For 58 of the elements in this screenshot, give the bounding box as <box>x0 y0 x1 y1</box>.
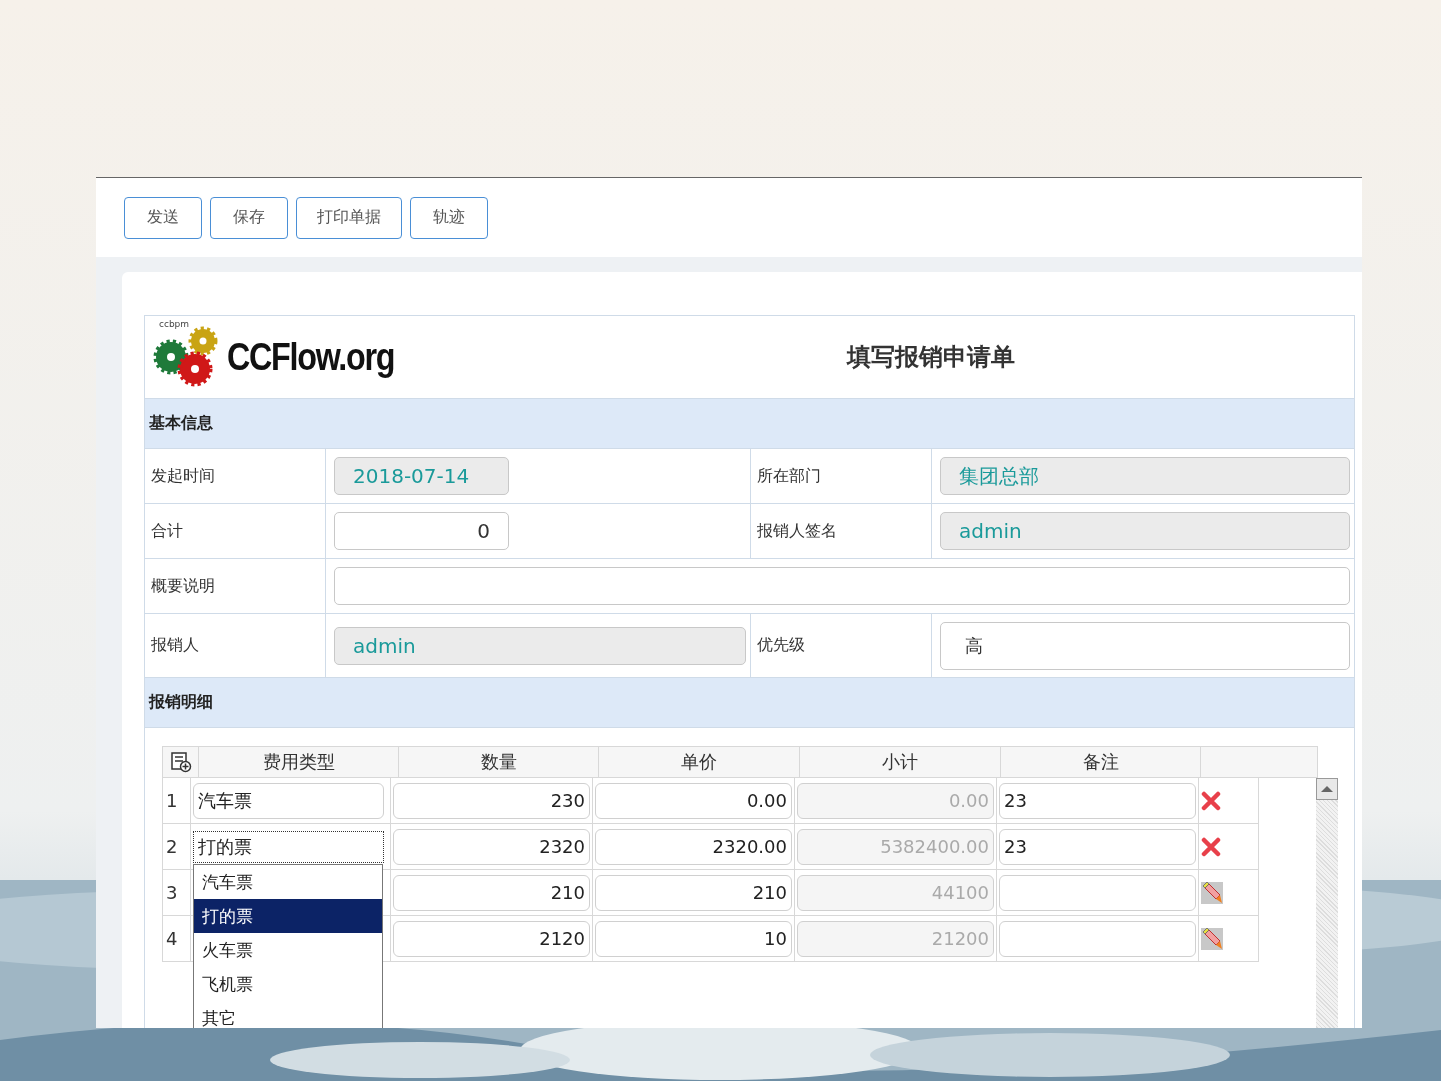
row-number: 2 <box>166 836 178 857</box>
note-field[interactable]: 23 <box>999 828 1196 865</box>
column-header: 单价 <box>599 747 800 777</box>
delete-icon[interactable] <box>1201 790 1221 811</box>
field-label: 优先级 <box>757 635 805 656</box>
row-number: 4 <box>166 928 178 949</box>
input-field[interactable] <box>334 567 1350 605</box>
section-header: 基本信息 <box>145 399 1354 449</box>
note-field[interactable] <box>999 920 1196 957</box>
column-header: 小计 <box>800 747 1001 777</box>
column-header: 数量 <box>399 747 599 777</box>
delete-icon[interactable] <box>1201 836 1221 857</box>
column-header: 备注 <box>1001 747 1201 777</box>
dropdown-option[interactable]: 打的票 <box>194 899 382 933</box>
input-field[interactable]: 高 <box>940 621 1350 670</box>
note-field[interactable] <box>999 874 1196 911</box>
pencil-icon[interactable] <box>1201 881 1223 904</box>
field-label: 概要说明 <box>151 575 215 597</box>
toolbar-button[interactable]: 保存 <box>210 196 288 239</box>
form-title: 填写报销申请单 <box>847 342 1015 373</box>
toolbar-button[interactable]: 打印单据 <box>296 196 402 239</box>
dropdown-option[interactable]: 其它 <box>194 1001 382 1028</box>
add-row-icon[interactable] <box>169 751 192 773</box>
dropdown-option[interactable]: 汽车票 <box>194 865 382 899</box>
row-number: 3 <box>166 882 178 903</box>
subtotal-field: 5382400.00 <box>797 828 994 865</box>
row-number: 1 <box>166 790 178 811</box>
dropdown-option[interactable]: 飞机票 <box>194 967 382 1001</box>
field-label: 所在部门 <box>757 465 821 487</box>
type-select[interactable]: 打的票 <box>193 830 384 863</box>
type-select[interactable]: 汽车票 <box>193 782 384 819</box>
toolbar-button[interactable]: 发送 <box>124 196 202 239</box>
quantity-field[interactable]: 2120 <box>393 920 590 957</box>
quantity-field[interactable]: 2320 <box>393 828 590 865</box>
column-header: 费用类型 <box>199 747 399 777</box>
price-field[interactable]: 2320.00 <box>595 828 792 865</box>
dropdown-option[interactable]: 火车票 <box>194 933 382 967</box>
field-label: 发起时间 <box>151 465 215 487</box>
field-label: 合计 <box>151 520 183 542</box>
field-label: 报销人 <box>151 635 199 656</box>
quantity-field[interactable]: 230 <box>393 782 590 819</box>
input-field[interactable]: 0 <box>334 512 509 550</box>
toolbar-button[interactable]: 轨迹 <box>410 196 488 239</box>
price-field[interactable]: 10 <box>595 920 792 957</box>
section-header: 报销明细 <box>145 678 1354 728</box>
price-field[interactable]: 0.00 <box>595 782 792 819</box>
scroll-up-button[interactable] <box>1316 778 1338 800</box>
pencil-icon[interactable] <box>1201 927 1223 950</box>
subtotal-field: 21200 <box>797 920 994 957</box>
price-field[interactable]: 210 <box>595 874 792 911</box>
note-field[interactable]: 23 <box>999 782 1196 819</box>
quantity-field[interactable]: 210 <box>393 874 590 911</box>
subtotal-field: 0.00 <box>797 782 994 819</box>
subtotal-field: 44100 <box>797 874 994 911</box>
logo-wordmark: CCFlow.org <box>227 335 395 379</box>
field-label: 报销人签名 <box>757 520 837 542</box>
logo-caption: ccbpm <box>159 319 190 329</box>
scrollbar[interactable] <box>1316 778 1338 1028</box>
